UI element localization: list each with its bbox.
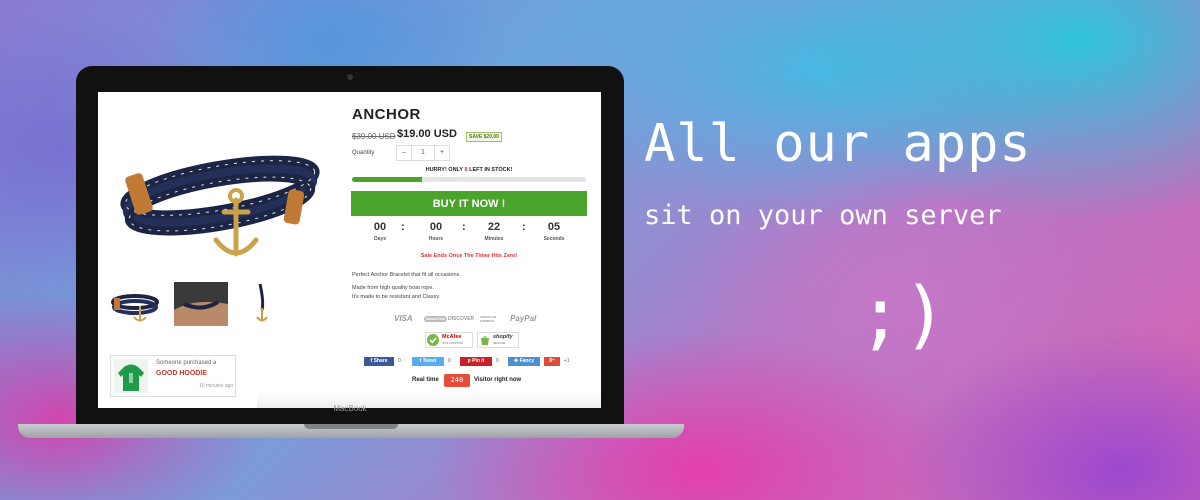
camera-icon: [347, 74, 353, 80]
timer-separator: :: [462, 221, 466, 233]
quantity-plus-button[interactable]: +: [435, 146, 449, 160]
timer-seconds-value: 05: [547, 221, 561, 233]
laptop-notch: [304, 424, 398, 429]
mcafee-name: McAfee: [442, 334, 462, 340]
stock-post: LEFT IN STOCK!: [467, 167, 513, 173]
thumbnail-3[interactable]: [240, 282, 294, 326]
visitor-count: 240: [444, 374, 470, 387]
pin-count: 0: [496, 358, 499, 364]
timer-days-label: Days: [374, 236, 386, 242]
countdown-timer: 00 Days : 00 Hours : 22 Minutes : 05 Seconds: [352, 221, 586, 251]
stock-notice: HURRY! ONLY 8 LEFT IN STOCK!: [352, 167, 586, 173]
shopify-bag-icon: [481, 336, 489, 345]
fancy-label: Fancy: [519, 358, 535, 364]
share-label: Share: [373, 358, 388, 364]
wink-smiley: ;): [858, 272, 948, 358]
google-plus-count: +1: [564, 358, 570, 364]
visa-icon: VISA: [394, 314, 413, 323]
fancy-button[interactable]: ✚ Fancy: [508, 357, 540, 366]
pinterest-pin-button[interactable]: p Pin it: [460, 357, 492, 366]
facebook-share-button[interactable]: f Share: [364, 357, 394, 366]
hoodie-image: [114, 359, 148, 393]
timer-hours-label: Hours: [428, 236, 444, 242]
description-line: Made from high quality boat rope.: [352, 285, 434, 291]
old-price: $39.00 USD: [352, 132, 396, 141]
share-count: 0: [398, 358, 401, 364]
tweet-count: 0: [448, 358, 451, 364]
paypal-icon: PayPal: [510, 314, 537, 323]
mastercard-icon: MasterCard: [424, 316, 448, 322]
product-title: ANCHOR: [352, 106, 421, 123]
shopify-badge: shopify SECURE: [477, 332, 519, 348]
laptop-brand-label: MacBook: [333, 404, 367, 413]
product-main-image[interactable]: [108, 122, 330, 272]
subheadline: sit on your own server: [644, 200, 1002, 231]
quantity-input[interactable]: 1: [411, 146, 435, 160]
timer-separator: :: [522, 221, 526, 233]
quantity-stepper: – 1 +: [396, 145, 450, 161]
timer-days: 00 Days: [360, 221, 400, 242]
thumbnail-2[interactable]: [174, 282, 228, 326]
timer-minutes-value: 22: [487, 221, 501, 233]
timer-hours: 00 Hours: [416, 221, 456, 242]
mcafee-sub: SITE ADVISOR: [442, 341, 463, 345]
mcafee-badge: McAfee SITE ADVISOR: [425, 332, 473, 348]
discover-icon: DISCOVER: [448, 316, 475, 322]
timer-seconds: 05 Seconds: [534, 221, 574, 242]
timer-days-value: 00: [373, 221, 387, 233]
sale-ends-note: Sale Ends Once The Timer Hits Zero!: [420, 253, 518, 259]
pin-label: Pin it: [472, 358, 485, 364]
shopify-sub: SECURE: [493, 341, 506, 345]
description-line: It's made to be resistant and Classy.: [352, 294, 441, 300]
timer-separator: :: [401, 221, 405, 233]
popup-line1: Someone purchased a: [156, 360, 217, 366]
thumbnail-1[interactable]: [108, 282, 162, 326]
popup-time: 10 minutes ago: [199, 383, 234, 389]
timer-minutes: 22 Minutes: [474, 221, 514, 242]
timer-seconds-label: Seconds: [543, 236, 565, 242]
stock-pre: HURRY! ONLY: [425, 167, 465, 173]
laptop: Someone purchased a GOOD HOODIE 10 minut…: [76, 66, 624, 424]
stock-progress-bar: [352, 177, 586, 182]
realtime-prefix: Real time: [412, 377, 439, 383]
shopify-name: shopify: [493, 334, 513, 340]
timer-hours-value: 00: [429, 221, 443, 233]
tweet-label: Tweet: [422, 358, 437, 364]
store-page: Someone purchased a GOOD HOODIE 10 minut…: [98, 92, 601, 408]
quantity-minus-button[interactable]: –: [397, 146, 411, 160]
timer-minutes-label: Minutes: [484, 236, 504, 242]
price: $19.00 USD: [397, 128, 457, 140]
save-badge: SAVE $20.00: [466, 132, 502, 142]
headline: All our apps: [644, 114, 1032, 174]
amex-icon: AMERICAN EXPRESS: [480, 315, 497, 323]
laptop-base: [18, 424, 684, 438]
buy-now-button[interactable]: BUY IT NOW !: [351, 191, 587, 216]
stock-progress-fill: [352, 177, 423, 182]
check-icon: [427, 334, 439, 346]
popup-product[interactable]: GOOD HOODIE: [156, 370, 207, 377]
twitter-tweet-button[interactable]: t Tweet: [412, 357, 444, 366]
realtime-suffix: Visitor right now: [474, 377, 522, 383]
description-line: Perfect Anchor Bracelet that fit all occ…: [352, 272, 461, 278]
recent-sale-popup[interactable]: Someone purchased a GOOD HOODIE 10 minut…: [110, 355, 236, 397]
google-plus-button[interactable]: 8⁺: [544, 357, 560, 366]
quantity-label: Quantity: [352, 150, 375, 156]
